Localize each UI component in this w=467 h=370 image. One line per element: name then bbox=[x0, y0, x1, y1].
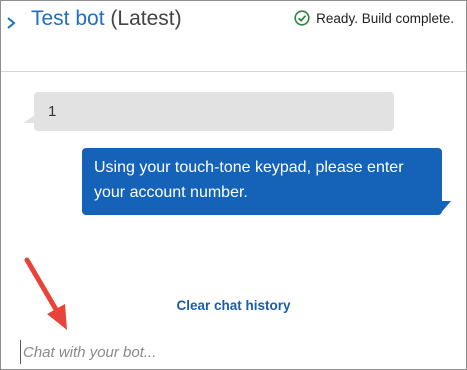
build-status: Ready. Build complete. bbox=[294, 10, 454, 26]
bot-message: Using your touch-tone keypad, please ent… bbox=[82, 148, 442, 215]
bot-name: Test bot bbox=[31, 7, 105, 30]
user-message: 1 bbox=[34, 92, 394, 131]
bot-bubble-tail bbox=[439, 201, 451, 215]
panel-title: Test bot (Latest) bbox=[31, 7, 182, 31]
check-circle-icon bbox=[294, 10, 310, 26]
arrow-pointer-icon bbox=[24, 257, 67, 330]
bot-version: (Latest) bbox=[110, 7, 182, 30]
chevron-right-icon[interactable] bbox=[3, 11, 19, 35]
test-bot-panel: Test bot (Latest) Ready. Build complete.… bbox=[0, 0, 467, 370]
status-text: Ready. Build complete. bbox=[316, 10, 454, 26]
chat-input[interactable] bbox=[20, 340, 453, 364]
panel-header: Test bot (Latest) Ready. Build complete. bbox=[1, 1, 466, 72]
